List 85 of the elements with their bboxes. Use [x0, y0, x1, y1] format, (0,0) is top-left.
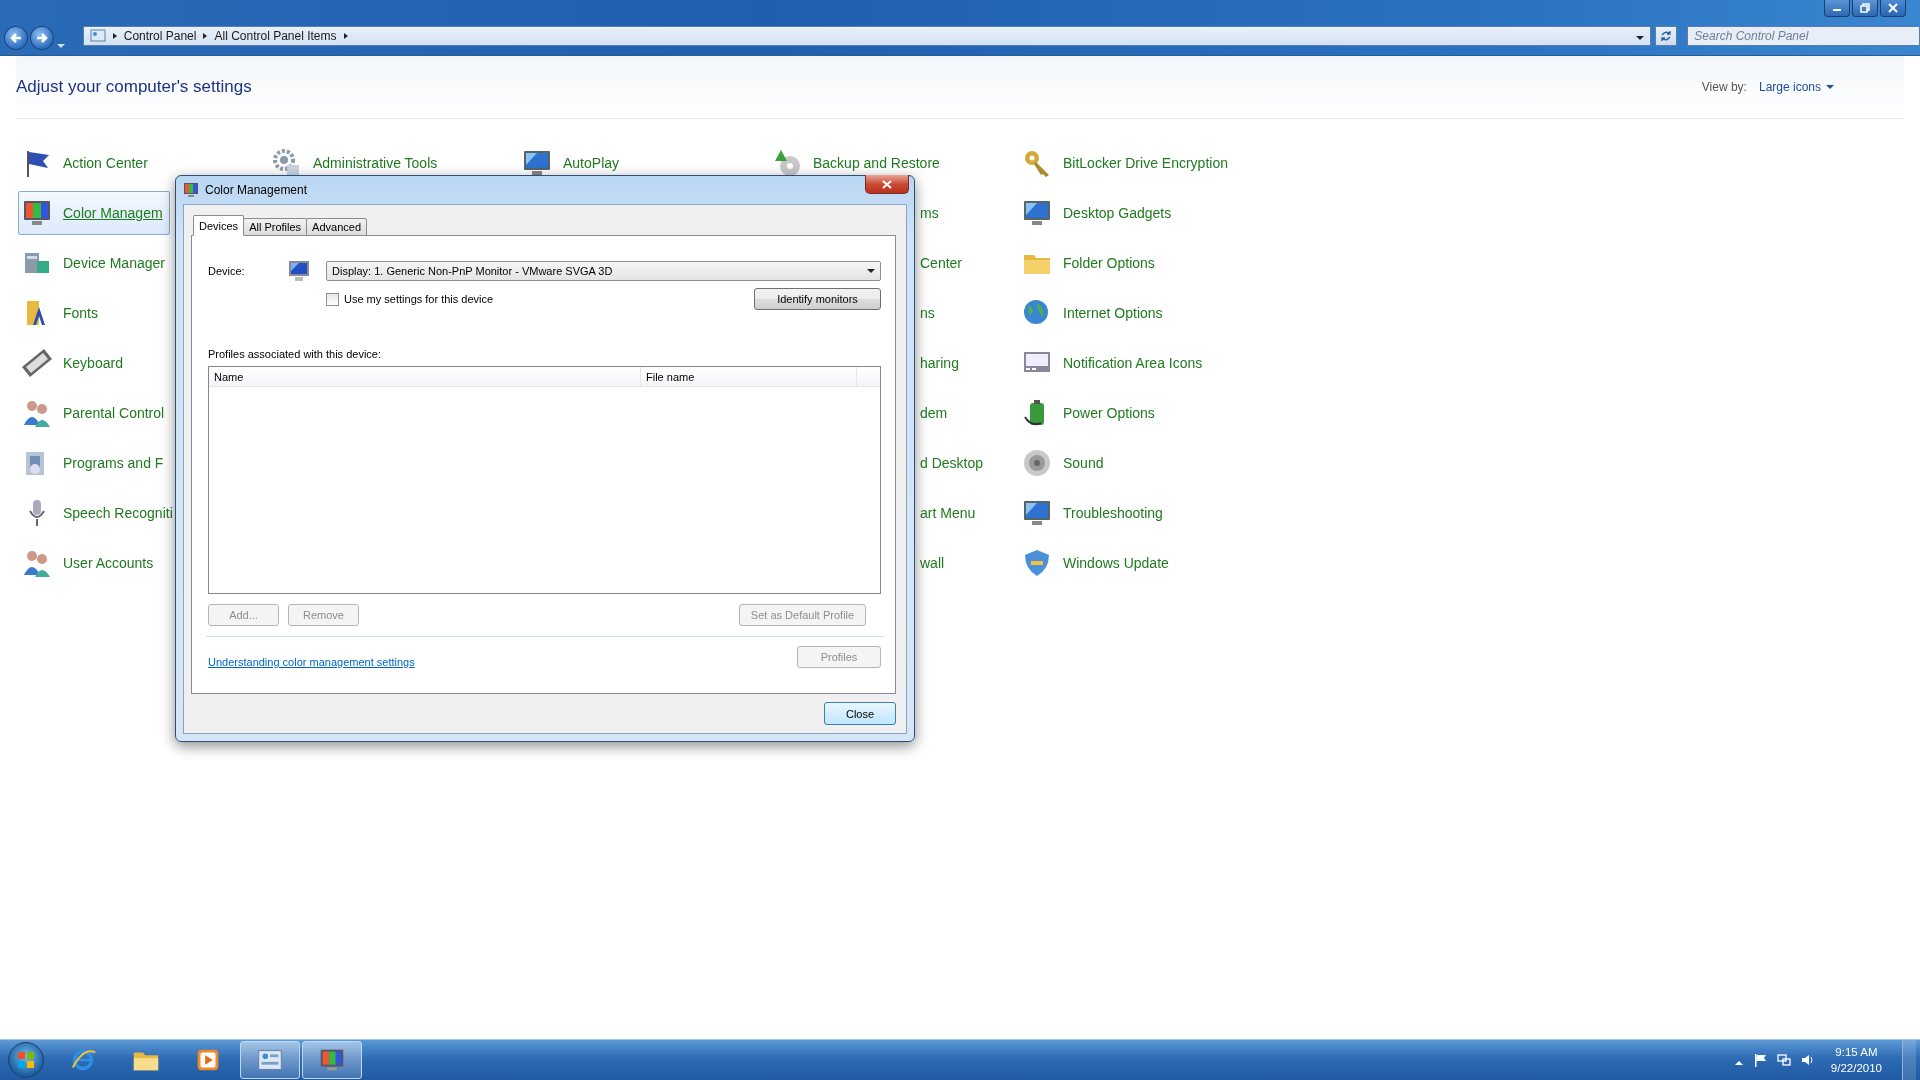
control-panel-item[interactable]: d Desktop — [920, 441, 984, 485]
windows-logo-icon — [16, 1050, 36, 1070]
back-arrow-icon — [8, 31, 23, 45]
caret-icon — [867, 269, 875, 273]
chevron-icon — [202, 32, 209, 40]
caret-icon — [1826, 85, 1834, 89]
refresh-button[interactable] — [1655, 26, 1678, 46]
use-my-settings-checkbox[interactable]: Use my settings for this device — [326, 292, 494, 306]
back-button[interactable] — [4, 26, 28, 50]
close-button[interactable] — [1880, 0, 1906, 17]
refresh-icon — [1659, 29, 1674, 43]
page-heading: Adjust your computer's settings — [16, 77, 252, 97]
forward-button[interactable] — [29, 26, 54, 50]
profiles-label: Profiles associated with this device: — [208, 348, 383, 360]
view-by-label: View by: — [1701, 80, 1747, 94]
tab[interactable]: Advanced — [306, 218, 368, 236]
control-panel-item[interactable]: Parental Control — [18, 391, 172, 435]
close-button[interactable] — [865, 175, 909, 194]
control-panel-item[interactable]: Notification Area Icons — [1018, 341, 1210, 385]
chevron-icon — [111, 32, 118, 40]
clock-date[interactable]: 9/22/2010 — [1830, 1060, 1882, 1076]
caret-icon — [56, 44, 65, 48]
speaker-icon — [1021, 447, 1053, 479]
restore-icon — [1860, 3, 1870, 13]
control-panel-item[interactable]: AutoPlay — [518, 141, 627, 185]
start-button[interactable] — [8, 1042, 44, 1078]
control-panel-item[interactable]: Desktop Gadgets — [1018, 191, 1179, 235]
profiles-list[interactable]: Name File name — [208, 366, 881, 594]
device-label: Device: — [208, 265, 246, 277]
chevron-icon — [342, 32, 349, 40]
search-field[interactable]: Search Control Panel — [1687, 26, 1920, 46]
close-icon — [1888, 3, 1898, 13]
control-panel-item[interactable]: Troubleshooting — [1018, 491, 1170, 535]
keyboard-icon — [21, 347, 53, 379]
device-dropdown[interactable]: Display: 1. Generic Non-PnP Monitor - VMware SVGA 3D — [326, 261, 881, 281]
control-panel-item[interactable]: art Menu — [920, 491, 976, 535]
column-header[interactable]: File name — [641, 367, 857, 386]
control-panel-item[interactable]: Center — [920, 241, 963, 285]
control-panel-item[interactable]: Action Center — [18, 141, 155, 185]
forward-arrow-icon — [34, 31, 49, 45]
breadcrumb-link[interactable]: Control Panel — [123, 29, 197, 43]
control-panel-item[interactable]: Administrative Tools — [268, 141, 445, 185]
control-panel-item[interactable]: ns — [920, 291, 935, 335]
minimize-button[interactable] — [1824, 0, 1850, 17]
help-link[interactable]: Understanding color management settings — [208, 656, 415, 668]
control-panel-item[interactable]: Device Manager — [18, 241, 172, 285]
close-icon — [882, 179, 892, 189]
control-panel-item[interactable]: BitLocker Drive Encryption — [1018, 141, 1235, 185]
control-panel-item[interactable]: wall — [920, 541, 945, 585]
control-panel-icon — [89, 28, 106, 44]
control-panel-item[interactable]: Windows Update — [1018, 541, 1176, 585]
control-panel-item[interactable]: Sound — [1018, 441, 1111, 485]
tab[interactable]: Devices — [193, 215, 245, 236]
restore-button[interactable] — [1852, 0, 1878, 17]
control-panel-item[interactable]: Backup and Restore — [768, 141, 947, 185]
tab[interactable]: All Profiles — [243, 218, 308, 236]
flag-icon — [1752, 1053, 1767, 1067]
taskbar-button[interactable] — [302, 1041, 362, 1079]
breadcrumb-link[interactable]: All Control Panel Items — [214, 29, 337, 43]
control-panel-item[interactable]: Speech Recogniti — [18, 491, 180, 535]
network-icon — [1776, 1053, 1791, 1067]
clock-time[interactable]: 9:15 AM — [1835, 1044, 1878, 1060]
identify-monitors-button[interactable]: Identify monitors — [754, 288, 881, 310]
close-dialog-button[interactable]: Close — [824, 702, 896, 725]
dialog-title: Color Management — [205, 183, 308, 197]
caret-icon — [1636, 36, 1645, 40]
control-panel-item[interactable]: ms — [920, 191, 939, 235]
control-panel-item[interactable]: Fonts — [18, 291, 105, 335]
monitor-icon — [183, 182, 199, 198]
control-panel-item[interactable]: Color Managem — [18, 191, 170, 235]
column-header[interactable]: Name — [209, 367, 641, 386]
address-bar[interactable]: Control Panel All Control Panel Items — [82, 26, 1652, 46]
volume-icon — [1800, 1053, 1815, 1067]
control-panel-item[interactable]: Keyboard — [18, 341, 130, 385]
control-panel-item[interactable]: haring — [920, 341, 959, 385]
monitor-icon — [286, 258, 312, 284]
control-panel-item[interactable]: Programs and F — [18, 441, 171, 485]
control-panel-item[interactable]: User Accounts — [18, 541, 161, 585]
control-panel-item[interactable]: Power Options — [1018, 391, 1162, 435]
view-by-dropdown[interactable]: Large icons — [1758, 80, 1834, 94]
control-panel-item[interactable]: dem — [920, 391, 948, 435]
control-panel-item[interactable]: Folder Options — [1018, 241, 1162, 285]
control-panel-item[interactable]: Internet Options — [1018, 291, 1170, 335]
taskbar-button[interactable] — [240, 1041, 300, 1079]
up-caret-icon — [1734, 1060, 1743, 1065]
